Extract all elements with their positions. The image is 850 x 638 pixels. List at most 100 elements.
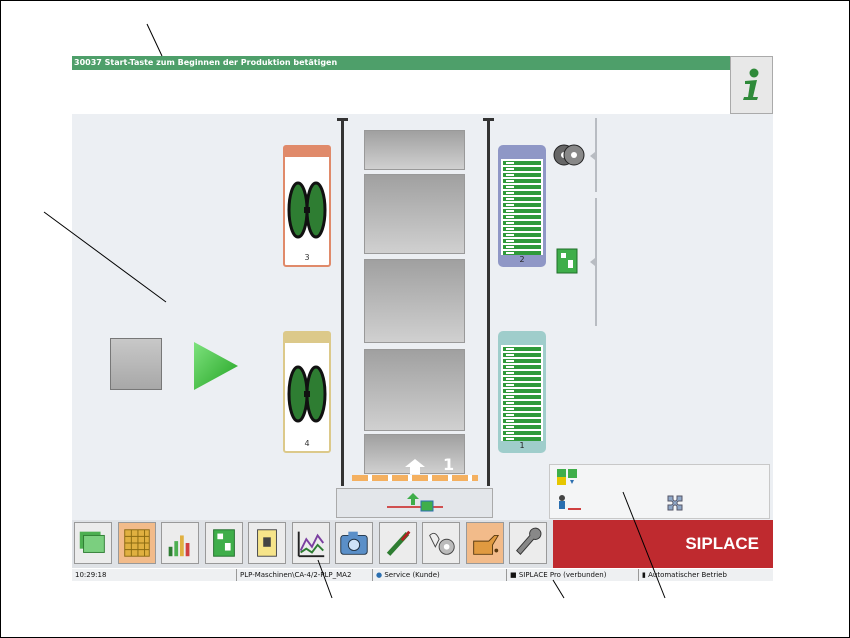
feeder-slot (503, 395, 541, 399)
message-bar: 30037 Start-Taste zum Beginnen der Produ… (72, 56, 730, 70)
message-text: 30037 Start-Taste zum Beginnen der Produ… (74, 58, 338, 67)
status-panel (549, 464, 770, 519)
feeder-slots (501, 345, 543, 441)
stop-button[interactable] (110, 338, 162, 390)
hand-gear-icon (429, 532, 455, 555)
rail-cap (483, 118, 494, 121)
status-time: 10:29:18 (75, 571, 107, 579)
conveyor-rail-right (487, 118, 490, 486)
feeder-slots (501, 159, 543, 255)
status-path: PLP-Maschinen\CA-4/2-PLP_MA2 (236, 569, 374, 581)
conveyor-rail-left (341, 118, 344, 486)
feeder-slot (503, 407, 541, 411)
toolbar-button-board[interactable] (204, 522, 243, 564)
toolbar-button-document[interactable] (248, 522, 286, 564)
divider-line (595, 118, 597, 192)
board-icon (212, 529, 235, 557)
feeder-slot (503, 371, 541, 375)
up-arrow-stem (410, 466, 420, 474)
pcb-board: 1 (364, 434, 465, 474)
feeder-slot (503, 401, 541, 405)
feeder-slot (503, 389, 541, 393)
pcb-board (364, 130, 465, 170)
head-header (285, 147, 329, 157)
rail-cap (337, 118, 348, 121)
feeder-slot (503, 179, 541, 183)
feeder-slot (503, 221, 541, 225)
divider-line (595, 198, 597, 326)
feeder-slot (503, 425, 541, 429)
feeder-slot (503, 209, 541, 213)
feeder-slot (503, 353, 541, 357)
play-icon (194, 342, 238, 390)
pcb-board (364, 259, 465, 343)
toolbar-button-bar-graph[interactable] (161, 522, 199, 564)
component-reel-icon[interactable] (552, 143, 586, 167)
revolver-head-icon (287, 181, 327, 239)
feeder-slot (503, 377, 541, 381)
head-number: 3 (304, 253, 310, 262)
setup-status-icon (557, 469, 577, 485)
toolbar-button-screwdriver[interactable] (378, 522, 417, 564)
status-mode: ▮ Automatischer Betrieb (638, 569, 772, 581)
feeder-slot (503, 185, 541, 189)
mode-icon: ▮ (642, 571, 646, 579)
wrench-icon (516, 527, 542, 556)
brand-logo: SIPLACE (553, 520, 773, 568)
chart-icon (297, 531, 324, 558)
message-area (72, 70, 730, 112)
pointer-arrow (590, 258, 595, 266)
pcb-board (364, 349, 465, 431)
feeder-slot (503, 431, 541, 435)
placement-head-4[interactable]: 4 (283, 331, 331, 453)
feeder-slot (503, 365, 541, 369)
toolbar-button-wrench[interactable] (509, 522, 547, 564)
toolbar-button-stack[interactable] (74, 522, 112, 564)
status-mode-label: Automatischer Betrieb (648, 571, 727, 579)
feeder-slot (503, 173, 541, 177)
lock-icon: ■ (510, 571, 517, 579)
status-bar: 10:29:18 PLP-Maschinen\CA-4/2-PLP_MA2 ● … (72, 569, 773, 581)
conveyor-belt-strip (352, 475, 478, 481)
status-connection: ■ SIPLACE Pro (verbunden) (506, 569, 638, 581)
feeder-slot (503, 359, 541, 363)
toolbar-button-chart[interactable] (291, 522, 330, 564)
feeder-slot (503, 161, 541, 165)
feeder-slot (503, 215, 541, 219)
placement-head-3[interactable]: 3 (283, 145, 331, 267)
oil-can-icon (472, 534, 499, 555)
feeder-table-1[interactable]: 1 (498, 331, 546, 453)
camera-icon (340, 531, 368, 555)
status-user: ● Service (Kunde) (372, 569, 506, 581)
bar-graph-icon (168, 535, 190, 557)
start-button[interactable] (192, 340, 240, 396)
lane-number: 1 (443, 455, 455, 474)
toolbar-button-feeder-grid[interactable] (117, 522, 156, 564)
feeder-slot (503, 413, 541, 417)
feeder-slot (503, 167, 541, 171)
feeder-slot (503, 383, 541, 387)
head-header (285, 333, 329, 343)
info-button[interactable] (730, 56, 773, 114)
pointer-arrow (590, 152, 595, 160)
toolbar-button-hand-gear[interactable] (422, 522, 460, 564)
status-connection-label: SIPLACE Pro (verbunden) (518, 571, 607, 579)
feeder-slot (503, 239, 541, 243)
feeder-slot (503, 227, 541, 231)
pcb-board (364, 174, 465, 254)
feeder-number: 1 (519, 441, 525, 450)
toolbar-button-camera[interactable] (335, 522, 373, 564)
feeder-slot (503, 245, 541, 249)
toolbar-button-oil-can[interactable] (465, 522, 504, 564)
revolver-head-icon (287, 365, 327, 423)
feeder-slot (503, 197, 541, 201)
operator-icon (559, 495, 581, 510)
feeder-slot (503, 347, 541, 351)
feeder-table-2[interactable]: 2 (498, 145, 546, 267)
info-icon (742, 68, 758, 100)
conveyor-lane-button[interactable] (336, 488, 493, 518)
stack-icon (79, 531, 105, 553)
circuit-board-icon[interactable] (556, 248, 578, 274)
screwdriver-icon (386, 530, 410, 556)
feeder-slot (503, 203, 541, 207)
